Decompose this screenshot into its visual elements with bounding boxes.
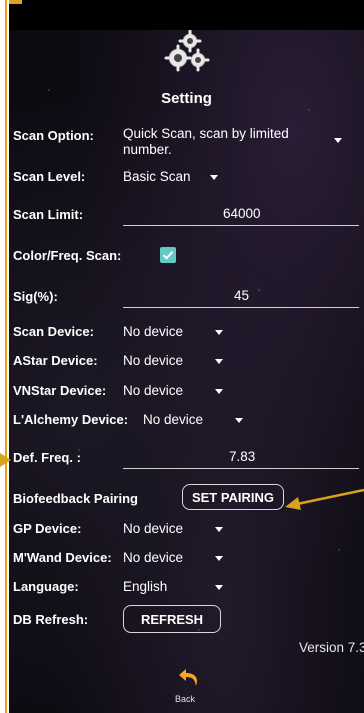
annotation-arrow-icon	[285, 488, 364, 510]
gp-device-value: No device	[123, 521, 184, 536]
mwand-device-row: M'Wand Device:	[13, 545, 112, 569]
scan-device-row: Scan Device:	[13, 319, 94, 343]
lalchemy-device-select[interactable]: No device	[143, 410, 253, 430]
status-bar	[0, 0, 364, 30]
chevron-down-icon	[334, 138, 342, 143]
biofeedback-label: Biofeedback Pairing	[13, 490, 138, 506]
vnstar-device-select[interactable]: No device	[123, 381, 233, 401]
db-refresh-row: DB Refresh:	[13, 607, 88, 631]
def-freq-input[interactable]: 7.83	[123, 447, 359, 469]
scan-device-select[interactable]: No device	[123, 322, 233, 342]
lalchemy-device-label: L'Alchemy Device:	[13, 411, 129, 427]
def-freq-row: Def. Freq. :	[13, 445, 81, 469]
sig-input[interactable]: 45	[123, 286, 359, 308]
field-underline	[123, 307, 359, 308]
vnstar-device-label: VNStar Device:	[13, 382, 107, 398]
scan-limit-row: Scan Limit:	[13, 202, 83, 226]
chevron-down-icon	[215, 359, 223, 364]
sig-label: Sig(%):	[13, 288, 58, 304]
color-freq-scan-checkbox[interactable]	[160, 247, 176, 263]
scan-option-label: Scan Option:	[13, 127, 94, 143]
chevron-down-icon	[215, 389, 223, 394]
chevron-down-icon	[210, 175, 218, 180]
language-select[interactable]: English	[123, 577, 233, 597]
refresh-button[interactable]: REFRESH	[123, 605, 221, 633]
field-underline	[123, 468, 359, 469]
annotation-arrow-icon	[0, 453, 11, 467]
scan-option-value: Quick Scan, scan by limited number.	[123, 126, 289, 157]
astar-device-value: No device	[123, 353, 184, 368]
chevron-down-icon	[215, 556, 223, 561]
scan-option-select[interactable]: Quick Scan, scan by limited number.	[123, 126, 353, 160]
scan-level-label: Scan Level:	[13, 168, 86, 184]
scan-limit-value: 64000	[223, 206, 261, 221]
scan-device-value: No device	[123, 324, 184, 339]
vnstar-device-value: No device	[123, 383, 184, 398]
scan-option-row: Scan Option:	[13, 123, 94, 147]
scan-limit-label: Scan Limit:	[13, 206, 84, 222]
mwand-device-label: M'Wand Device:	[13, 549, 112, 565]
mwand-device-value: No device	[123, 550, 184, 565]
color-freq-scan-label: Color/Freq. Scan:	[13, 247, 122, 263]
language-label: Language:	[13, 578, 79, 594]
astar-device-row: AStar Device:	[13, 348, 98, 372]
gp-device-label: GP Device:	[13, 520, 82, 536]
scan-device-label: Scan Device:	[13, 323, 94, 339]
lalchemy-device-value: No device	[143, 412, 204, 427]
vnstar-device-row: VNStar Device:	[13, 378, 106, 402]
scan-level-row: Scan Level:	[13, 164, 85, 188]
scan-level-value: Basic Scan	[123, 169, 191, 184]
language-value: English	[123, 579, 168, 594]
page-title: Setting	[161, 90, 212, 107]
scan-limit-input[interactable]: 64000	[123, 204, 359, 226]
version-text: Version 7.3	[299, 640, 364, 655]
chevron-down-icon	[215, 330, 223, 335]
sig-row: Sig(%):	[13, 284, 58, 308]
language-row: Language:	[13, 574, 79, 598]
gp-device-select[interactable]: No device	[123, 519, 233, 539]
color-freq-scan-row: Color/Freq. Scan:	[13, 243, 121, 267]
astar-device-label: AStar Device:	[13, 352, 98, 368]
mwand-device-select[interactable]: No device	[123, 548, 233, 568]
annotation-frame-left	[0, 0, 9, 713]
set-pairing-button[interactable]: SET PAIRING	[182, 484, 284, 510]
db-refresh-label: DB Refresh:	[13, 611, 89, 627]
chevron-down-icon	[215, 527, 223, 532]
back-arrow-icon[interactable]	[177, 666, 201, 688]
biofeedback-row: Biofeedback Pairing	[13, 486, 138, 510]
check-icon	[162, 251, 174, 260]
astar-device-select[interactable]: No device	[123, 351, 233, 371]
chevron-down-icon	[215, 585, 223, 590]
def-freq-value: 7.83	[229, 449, 256, 464]
back-label[interactable]: Back	[175, 694, 195, 704]
settings-screen: Setting Scan Option: Quick Scan, scan by…	[9, 30, 364, 713]
scan-level-select[interactable]: Basic Scan	[123, 168, 233, 188]
gears-icon	[164, 30, 210, 72]
lalchemy-device-row: L'Alchemy Device:	[13, 407, 128, 431]
field-underline	[123, 225, 359, 226]
sig-value: 45	[234, 288, 250, 303]
def-freq-label: Def. Freq. :	[13, 449, 81, 465]
chevron-down-icon	[235, 418, 243, 423]
gp-device-row: GP Device:	[13, 516, 81, 540]
